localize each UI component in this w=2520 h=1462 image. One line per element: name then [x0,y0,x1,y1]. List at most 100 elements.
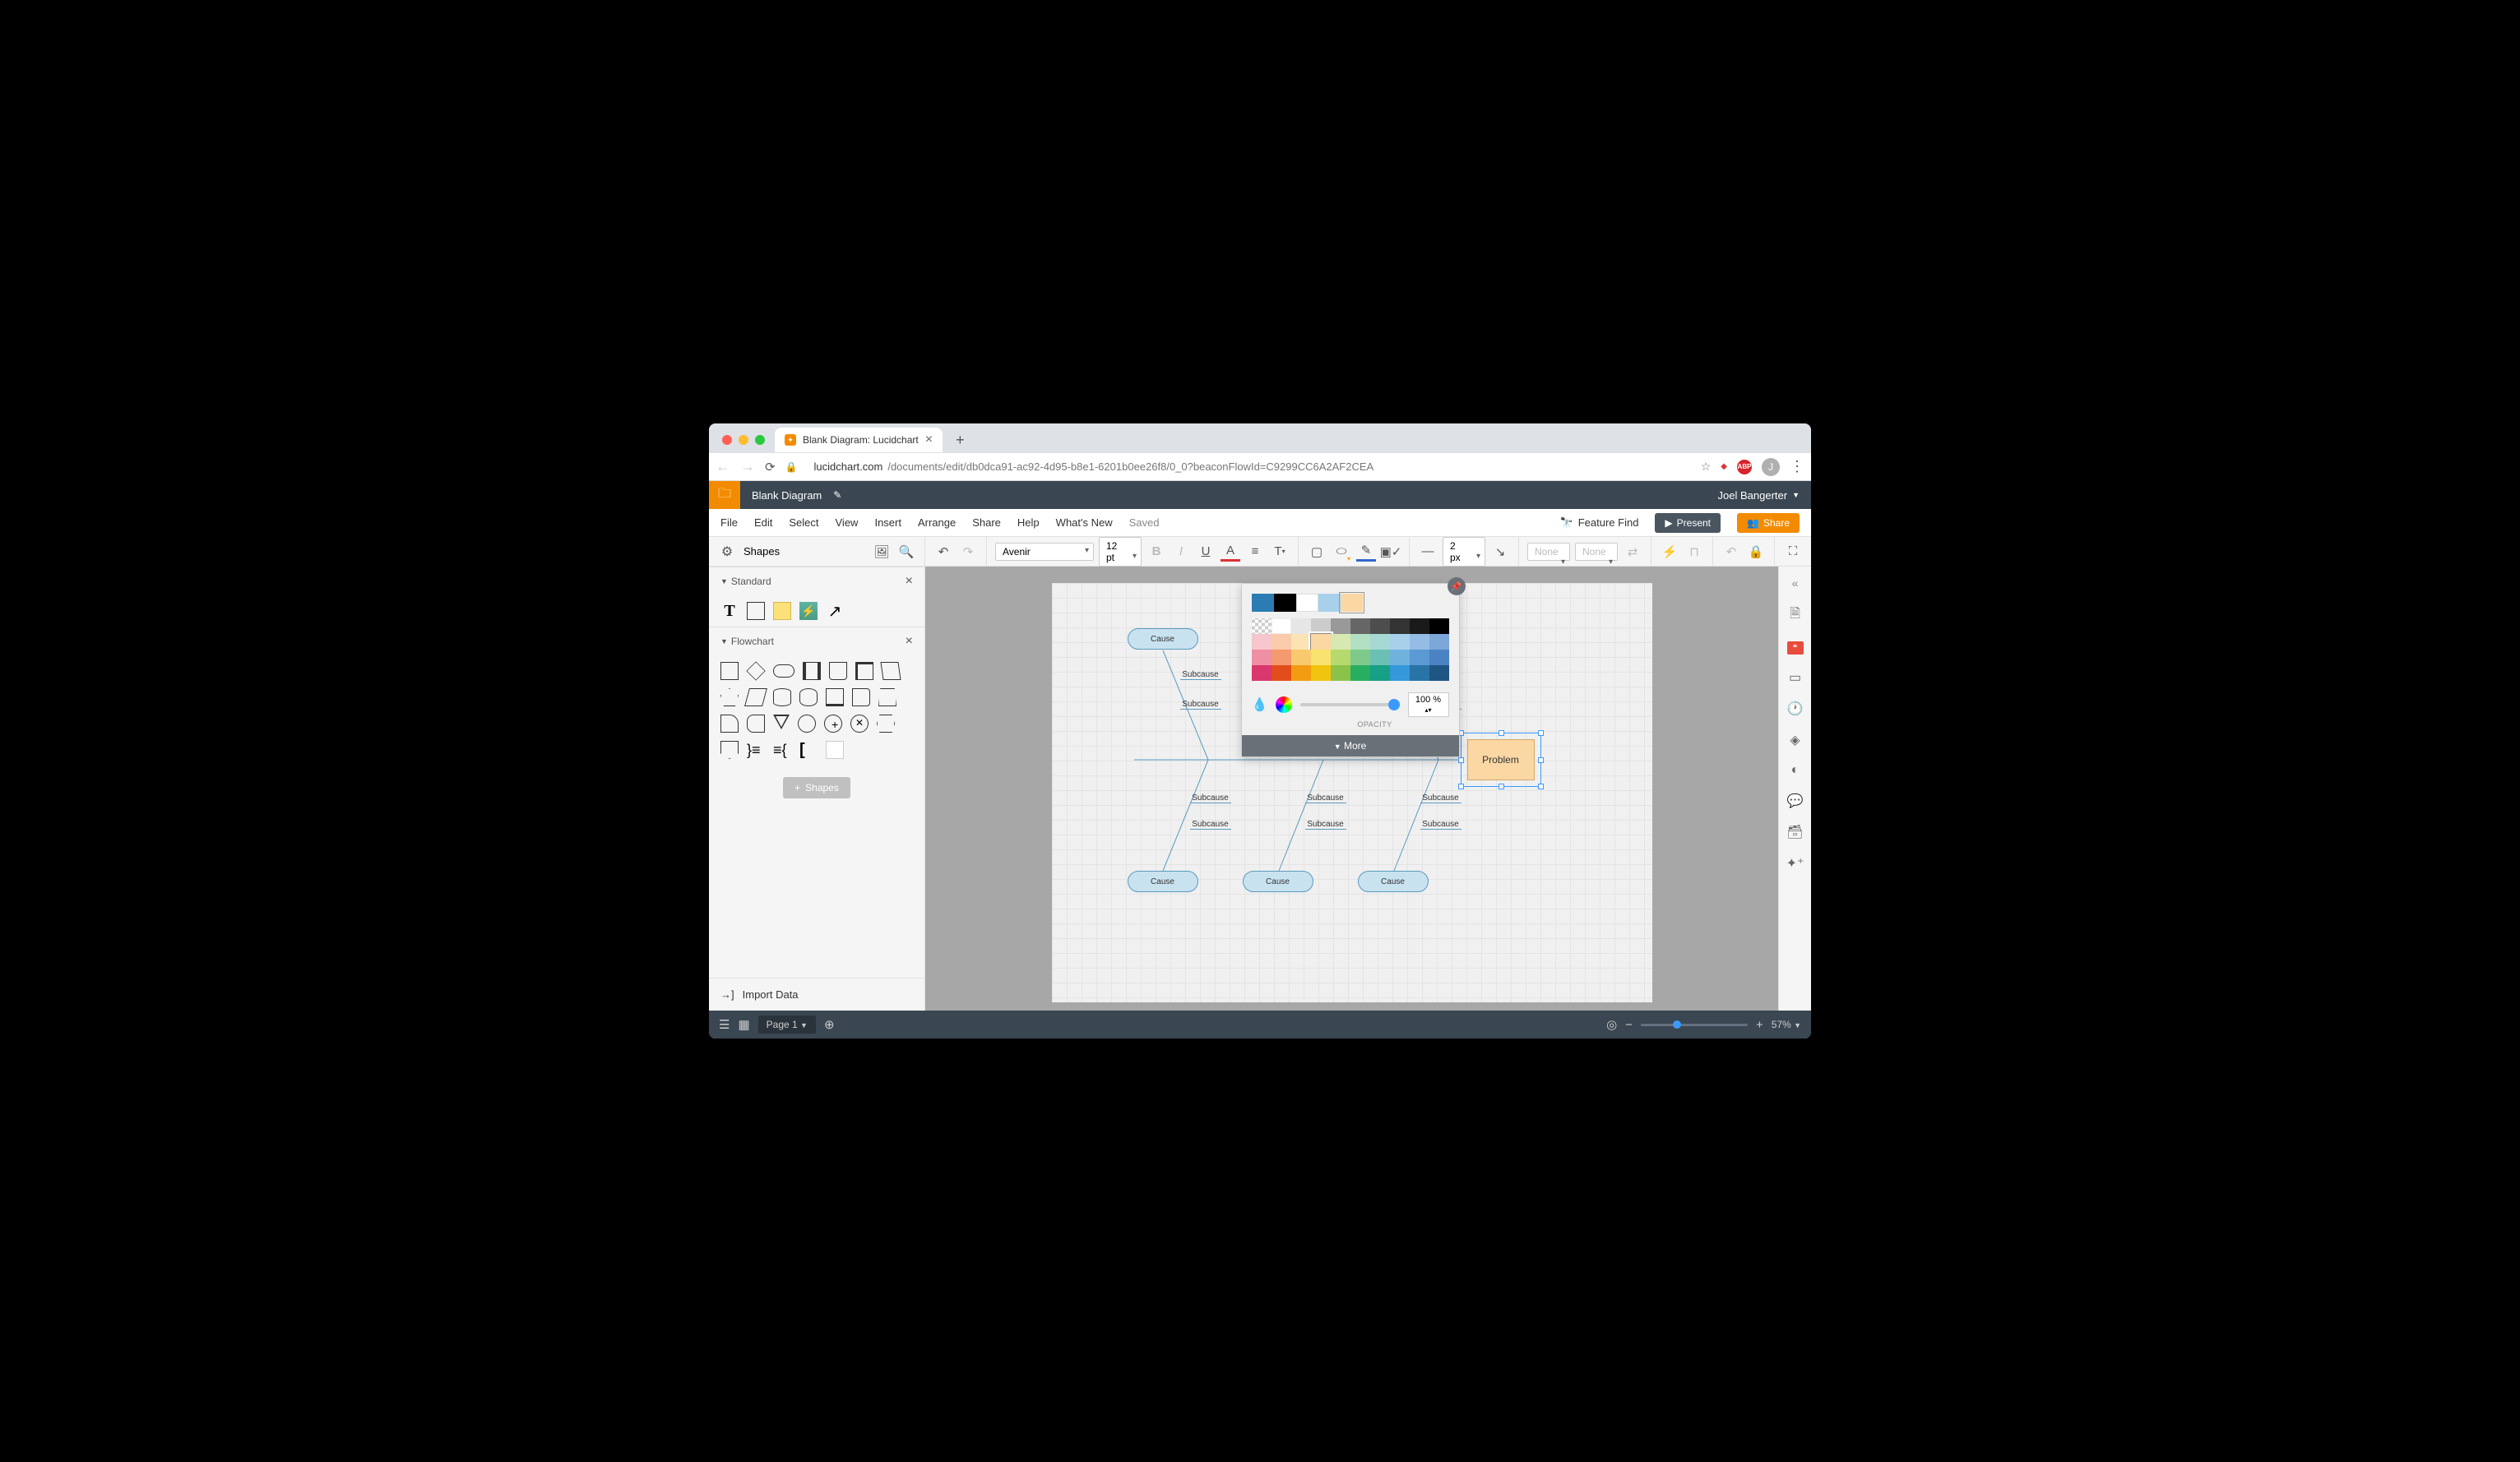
recent-swatch[interactable] [1252,594,1274,612]
rectangle-shape[interactable] [747,602,765,620]
pin-icon[interactable]: 📌 [1448,577,1466,595]
browser-menu-icon[interactable]: ⋮ [1790,458,1804,475]
direct-data-shape[interactable] [799,688,818,706]
recent-swatch-selected[interactable] [1341,594,1363,612]
browser-tab[interactable]: ✦ Blank Diagram: Lucidchart × [775,428,943,452]
add-page-icon[interactable]: ⊕ [824,1017,835,1032]
extension-icon[interactable]: ◆ [1721,462,1727,471]
paper-tape-shape[interactable] [852,688,870,706]
problem-node[interactable]: Problem [1467,739,1535,780]
color-swatch[interactable] [1331,665,1350,681]
action-icon[interactable]: ⚡ [1660,542,1679,562]
color-swatch[interactable] [1272,618,1291,634]
color-swatch[interactable] [1390,618,1410,634]
fill-color-icon[interactable]: ⬭▾ [1332,542,1351,562]
database-shape[interactable] [773,688,791,706]
image-icon[interactable]: 🖼 [872,542,892,562]
line-style-icon[interactable]: — [1418,542,1438,562]
address-bar[interactable]: lucidchart.com/documents/edit/db0dca91-a… [808,460,1691,473]
back-button[interactable]: ← [716,458,730,475]
color-swatch[interactable] [1429,634,1449,650]
zoom-out-icon[interactable]: − [1625,1018,1633,1032]
color-swatch[interactable] [1311,618,1331,634]
shape-options-icon[interactable]: ▣✓ [1381,542,1401,562]
brace-left-shape[interactable]: ≡{ [773,741,791,759]
bookmark-icon[interactable]: ☆ [1701,460,1712,474]
color-swatch[interactable] [1429,665,1449,681]
color-swatch[interactable] [1370,650,1390,665]
color-swatch[interactable] [1390,634,1410,650]
color-swatch[interactable] [1272,665,1291,681]
color-swatch[interactable] [1429,650,1449,665]
offpage-shape[interactable] [720,741,739,759]
color-swatch[interactable] [1331,634,1350,650]
menu-whatsnew[interactable]: What's New [1056,516,1113,529]
history-icon[interactable]: 🕐 [1787,701,1804,717]
gear-icon[interactable] [717,542,737,562]
preparation-shape[interactable] [877,715,895,733]
undo-icon[interactable]: ↶ [933,542,953,562]
swap-icon[interactable]: ⇄ [1623,542,1642,562]
cause-node[interactable]: Cause [1128,871,1198,892]
user-menu[interactable]: Joel Bangerter ▼ [1707,489,1811,502]
color-swatch[interactable] [1311,650,1331,665]
color-swatch[interactable] [1429,618,1449,634]
color-swatch[interactable] [1350,650,1370,665]
target-icon[interactable]: ◎ [1606,1017,1617,1032]
data-icon[interactable]: 🗃 [1786,824,1803,840]
opacity-slider[interactable] [1300,703,1399,706]
home-folder-icon[interactable]: 🗀 [709,481,740,509]
menu-view[interactable]: View [836,516,859,529]
magic-icon[interactable]: ✦⁺ [1786,855,1804,872]
reload-button[interactable]: ⟳ [765,460,776,474]
menu-file[interactable]: File [720,516,738,529]
menu-arrange[interactable]: Arrange [918,516,956,529]
magnet-icon[interactable]: ⊓ [1684,542,1704,562]
color-swatch[interactable] [1390,650,1410,665]
document-icon[interactable]: 🗎 [1790,604,1800,627]
zoom-in-icon[interactable]: + [1756,1018,1763,1032]
page-selector[interactable]: Page 1 ▼ [758,1016,816,1034]
color-swatch[interactable] [1370,665,1390,681]
menu-select[interactable]: Select [789,516,818,529]
color-swatch[interactable] [1291,618,1311,634]
subcause-label[interactable]: Subcause [1190,793,1231,803]
predefined-shape[interactable] [803,662,821,680]
color-swatch[interactable] [1410,618,1429,634]
close-section-icon[interactable]: × [906,574,913,589]
menu-help[interactable]: Help [1017,516,1040,529]
recent-swatch[interactable] [1318,594,1341,612]
color-swatch[interactable] [1311,665,1331,681]
menu-share[interactable]: Share [972,516,1001,529]
menu-edit[interactable]: Edit [754,516,772,529]
effect1-select[interactable]: None [1527,543,1570,561]
add-shapes-button[interactable]: + Shapes [783,777,850,798]
lock-icon[interactable]: 🔒 [1746,542,1766,562]
comment-icon[interactable]: ❝ [1787,641,1804,655]
color-swatch[interactable] [1291,665,1311,681]
decision-shape[interactable] [746,661,765,680]
bracket-shape[interactable]: [ [799,741,818,759]
close-window[interactable] [722,435,732,445]
color-swatch-selected[interactable] [1311,634,1331,650]
italic-icon[interactable]: I [1171,542,1191,562]
color-swatch[interactable] [1252,665,1272,681]
recent-swatch[interactable] [1274,594,1296,612]
revert-icon[interactable]: ↶ [1721,542,1741,562]
text-color-icon[interactable]: A [1221,542,1240,562]
bold-icon[interactable]: B [1147,542,1166,562]
color-swatch[interactable] [1410,650,1429,665]
present-button[interactable]: ▶ Present [1655,513,1721,533]
opacity-input[interactable]: 100 % ▴▾ [1408,692,1449,717]
cause-node[interactable]: Cause [1243,871,1313,892]
new-tab-button[interactable]: + [946,432,975,449]
shape-border-icon[interactable]: ▢ [1307,542,1327,562]
color-swatch[interactable] [1350,634,1370,650]
color-swatch[interactable] [1272,650,1291,665]
manual-op-shape[interactable] [878,688,896,706]
align-icon[interactable]: ≡ [1245,542,1265,562]
blank-shape[interactable] [826,741,844,759]
color-swatch[interactable] [1291,634,1311,650]
io-shape[interactable] [880,662,901,680]
color-swatch-transparent[interactable] [1252,618,1272,634]
